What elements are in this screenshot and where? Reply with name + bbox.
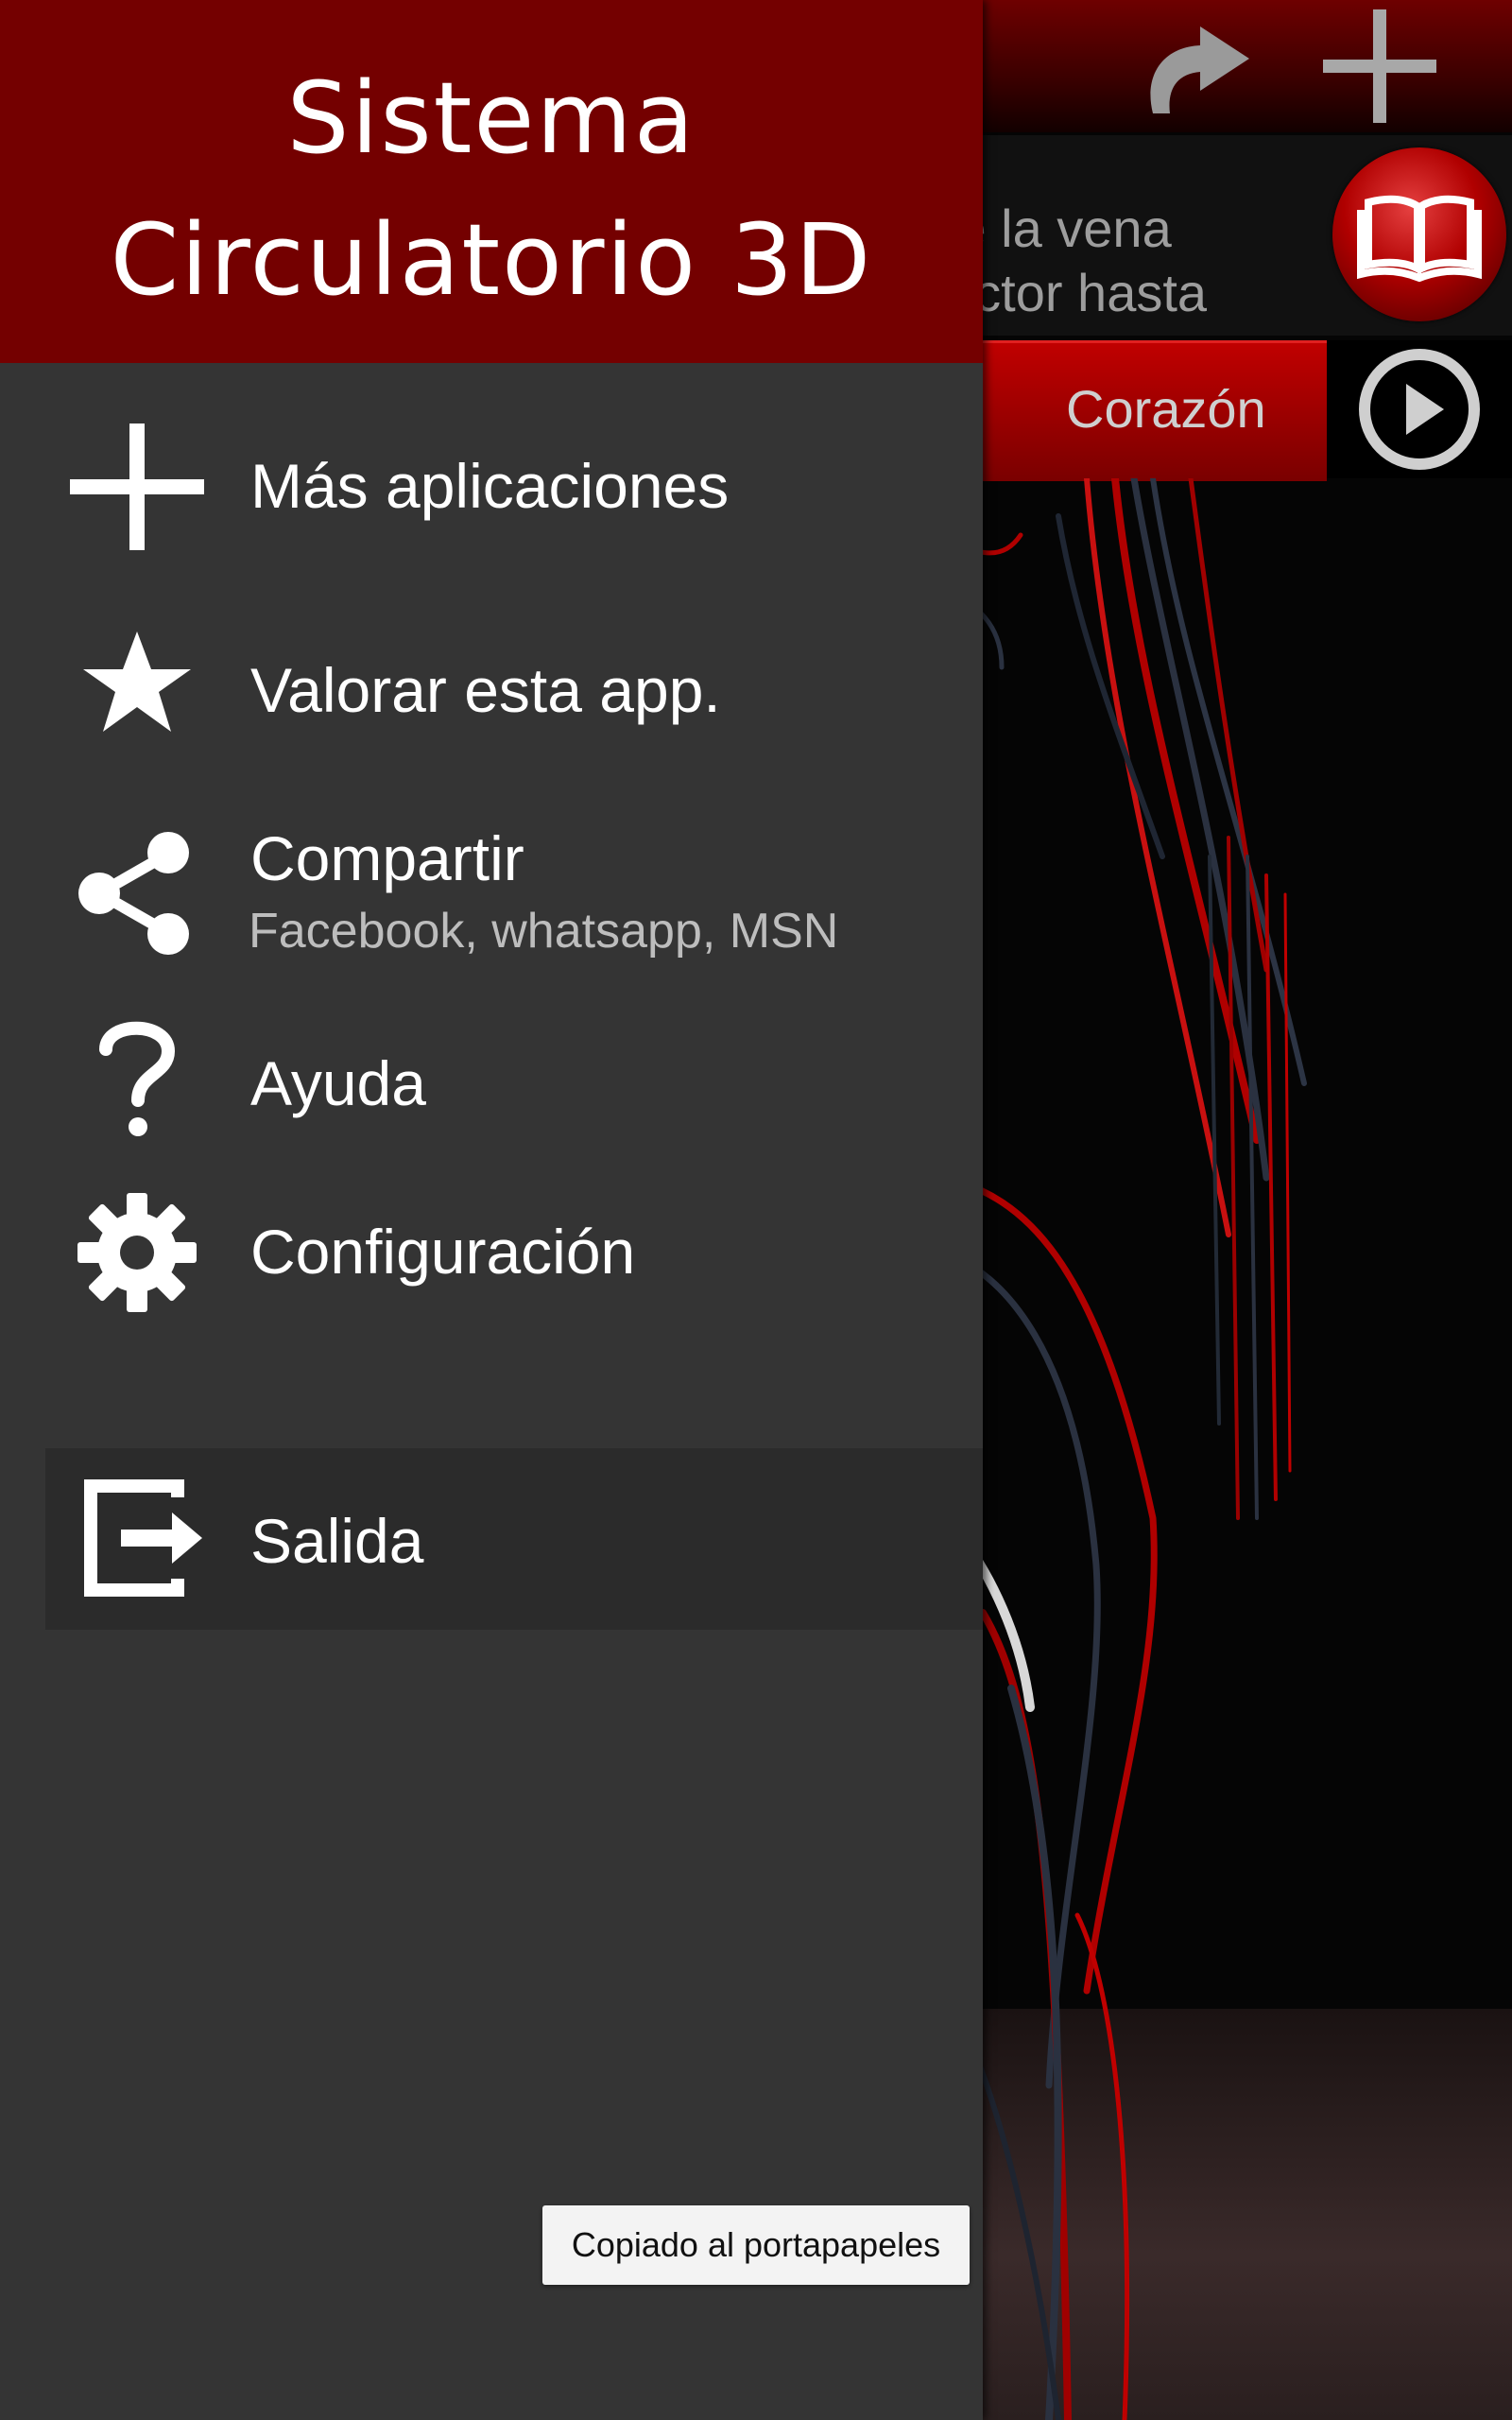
share-icon [78,832,189,955]
heart-tab-label: Corazón [1066,379,1266,439]
plus-icon[interactable] [1323,9,1436,123]
menu-item-more-apps[interactable]: Más aplicaciones [0,397,983,577]
menu-item-share[interactable]: Compartir Facebook, whatsapp, MSN [0,804,983,983]
plus-icon [70,424,204,550]
menu-item-label: Configuración [250,1217,636,1287]
question-icon [99,1021,176,1136]
menu-item-label: Salida [250,1506,424,1576]
menu-item-label: Compartir [250,823,524,893]
menu-item-settings[interactable]: Configuración [0,1172,983,1333]
navigation-drawer: Sistema Circulatorio 3D Más aplicaciones… [0,0,983,2420]
menu-item-sublabel: Facebook, whatsapp, MSN [249,904,839,959]
menu-item-rate-app[interactable]: Valorar esta app. [0,605,983,766]
gear-icon [77,1193,197,1312]
menu-item-help[interactable]: Ayuda [0,1002,983,1163]
vessels-3d-view[interactable] [945,478,1512,2420]
play-icon [1359,349,1480,470]
play-button[interactable] [1327,340,1512,478]
star-icon [83,631,191,732]
menu-item-exit[interactable]: Salida [45,1448,983,1630]
info-book-button[interactable] [1332,147,1506,321]
menu-item-label: Más aplicaciones [250,451,730,521]
toast-message: Copiado al portapapeles [542,2205,970,2285]
book-icon [1357,195,1482,283]
description-text: le la vena uctor hasta [945,199,1208,322]
app-title: Sistema Circulatorio 3D [110,60,873,318]
menu-item-label: Valorar esta app. [250,655,721,725]
menu-item-label: Ayuda [250,1048,426,1118]
redo-icon[interactable] [1125,19,1257,123]
drawer-header: Sistema Circulatorio 3D [0,0,983,363]
exit-icon [84,1479,202,1597]
